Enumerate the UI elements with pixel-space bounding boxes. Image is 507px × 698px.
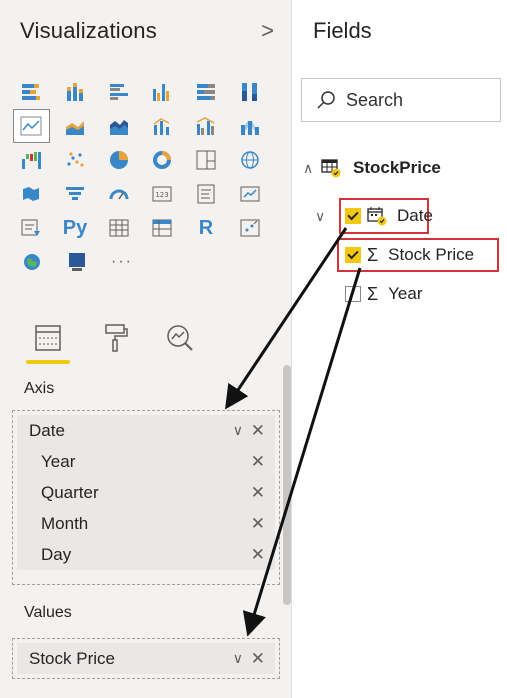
visual-type-gallery: 123 Py R ··· xyxy=(13,76,276,280)
funnel-chart-icon[interactable] xyxy=(58,178,93,210)
expand-field-button[interactable]: ∨ xyxy=(233,422,243,439)
values-well[interactable]: Stock Price ∨ ✕ xyxy=(12,638,280,679)
custom-visual-icon[interactable] xyxy=(59,246,95,278)
python-visual-label: Py xyxy=(62,216,88,239)
axis-field-month-label: Month xyxy=(41,513,89,533)
calendar-icon xyxy=(367,206,389,226)
key-influencers-icon[interactable] xyxy=(232,212,267,244)
table-icon xyxy=(321,158,343,178)
kpi-icon[interactable] xyxy=(232,178,267,210)
svg-text:123: 123 xyxy=(156,191,169,199)
field-item-stock-price[interactable]: Σ Stock Price xyxy=(345,243,474,267)
field-item-year[interactable]: Σ Year xyxy=(345,282,423,306)
axis-field-date-label: Date xyxy=(29,420,65,440)
axis-field-quarter[interactable]: Quarter ✕ xyxy=(17,477,275,508)
arcgis-map-icon[interactable] xyxy=(14,246,50,278)
visualizations-pane: Visualizations > 123 Py R ··· Axis Date … xyxy=(0,0,292,698)
axis-field-day[interactable]: Day ✕ xyxy=(17,539,275,570)
remove-field-button[interactable]: ✕ xyxy=(251,649,265,669)
remove-field-button[interactable]: ✕ xyxy=(251,452,265,472)
field-item-date[interactable]: ∨ Date xyxy=(315,204,433,228)
analytics-tab[interactable] xyxy=(152,318,208,366)
visual-tools-tabs xyxy=(20,318,220,368)
matrix-visual-icon[interactable] xyxy=(145,212,180,244)
analytics-magnifier-icon xyxy=(167,325,193,351)
values-well-label: Values xyxy=(24,604,72,621)
remove-field-button[interactable]: ✕ xyxy=(251,483,265,503)
search-icon xyxy=(317,91,335,109)
clustered-bar-chart-icon[interactable] xyxy=(101,76,136,108)
values-field-stock-price[interactable]: Stock Price ∨ ✕ xyxy=(17,643,275,674)
map-icon[interactable] xyxy=(232,144,267,176)
axis-field-year[interactable]: Year ✕ xyxy=(17,446,275,477)
date-checkbox[interactable] xyxy=(345,208,361,224)
axis-field-quarter-label: Quarter xyxy=(41,482,99,502)
fields-pane: Fields ∧ StockPrice ∨ Date Σ Stock Price… xyxy=(293,0,507,698)
collapse-pane-button[interactable]: > xyxy=(261,18,274,44)
fields-well-tab[interactable] xyxy=(20,318,76,366)
axis-field-month[interactable]: Month ✕ xyxy=(17,508,275,539)
remove-field-button[interactable]: ✕ xyxy=(251,421,265,441)
ribbon-chart-icon[interactable] xyxy=(232,110,267,142)
card-icon[interactable]: 123 xyxy=(145,178,180,210)
fields-search-box[interactable] xyxy=(301,78,501,122)
100-stacked-bar-chart-icon[interactable] xyxy=(189,76,224,108)
area-chart-icon[interactable] xyxy=(58,110,93,142)
stock-price-checkbox[interactable] xyxy=(345,247,361,263)
line-and-clustered-column-icon[interactable] xyxy=(189,110,224,142)
fields-search-input[interactable] xyxy=(346,89,486,111)
visualizations-header: Visualizations > xyxy=(20,18,280,48)
sum-icon: Σ xyxy=(367,244,379,265)
values-field-stock-price-label: Stock Price xyxy=(29,648,115,668)
fields-well-icon xyxy=(35,325,61,351)
remove-field-button[interactable]: ✕ xyxy=(251,514,265,534)
gauge-chart-icon[interactable] xyxy=(101,178,136,210)
scatter-chart-icon[interactable] xyxy=(58,144,93,176)
visualizations-scrollbar[interactable] xyxy=(283,365,291,605)
axis-field-year-label: Year xyxy=(41,451,76,471)
r-visual-icon[interactable]: R xyxy=(189,212,224,244)
values-field-group: Stock Price ∨ ✕ xyxy=(17,643,275,674)
field-label-year: Year xyxy=(388,284,423,303)
python-visual-icon[interactable]: Py xyxy=(58,212,93,244)
visualizations-title: Visualizations xyxy=(20,18,157,43)
fields-title: Fields xyxy=(313,18,372,43)
stacked-area-chart-icon[interactable] xyxy=(101,110,136,142)
table-node-stockprice[interactable]: ∧ StockPrice xyxy=(303,156,441,180)
axis-well-label: Axis xyxy=(24,380,55,397)
collapse-table-icon[interactable]: ∧ xyxy=(303,160,321,177)
axis-field-group: Date ∨ ✕ Year ✕ Quarter ✕ Month ✕ Day ✕ xyxy=(17,415,275,570)
remove-field-button[interactable]: ✕ xyxy=(251,545,265,565)
table-visual-icon[interactable] xyxy=(101,212,136,244)
line-and-stacked-column-icon[interactable] xyxy=(145,110,180,142)
expand-hierarchy-icon[interactable]: ∨ xyxy=(315,208,333,225)
axis-well[interactable]: Date ∨ ✕ Year ✕ Quarter ✕ Month ✕ Day ✕ xyxy=(12,410,280,585)
format-tab[interactable] xyxy=(86,318,142,366)
multi-row-card-icon[interactable] xyxy=(189,178,224,210)
pie-chart-icon[interactable] xyxy=(101,144,136,176)
line-chart-icon[interactable] xyxy=(13,109,50,143)
filled-map-icon[interactable] xyxy=(14,178,49,210)
sum-icon: Σ xyxy=(367,283,379,304)
slicer-icon[interactable] xyxy=(14,212,49,244)
field-label-date: Date xyxy=(397,206,433,225)
stacked-bar-chart-icon[interactable] xyxy=(14,76,49,108)
field-label-stock-price: Stock Price xyxy=(388,245,475,264)
clustered-column-chart-icon[interactable] xyxy=(145,76,180,108)
waterfall-chart-icon[interactable] xyxy=(14,144,49,176)
more-visuals-button[interactable]: ··· xyxy=(104,246,140,278)
axis-field-day-label: Day xyxy=(41,544,72,564)
expand-field-button[interactable]: ∨ xyxy=(233,650,243,667)
stacked-column-chart-icon[interactable] xyxy=(58,76,93,108)
100-stacked-column-chart-icon[interactable] xyxy=(232,76,267,108)
year-checkbox[interactable] xyxy=(345,286,361,302)
paint-roller-icon xyxy=(105,324,128,352)
axis-field-date[interactable]: Date ∨ ✕ xyxy=(17,415,275,446)
r-visual-label: R xyxy=(198,216,214,239)
table-name: StockPrice xyxy=(353,158,441,177)
treemap-icon[interactable] xyxy=(189,144,224,176)
donut-chart-icon[interactable] xyxy=(145,144,180,176)
more-visuals-glyph: ··· xyxy=(111,253,133,270)
